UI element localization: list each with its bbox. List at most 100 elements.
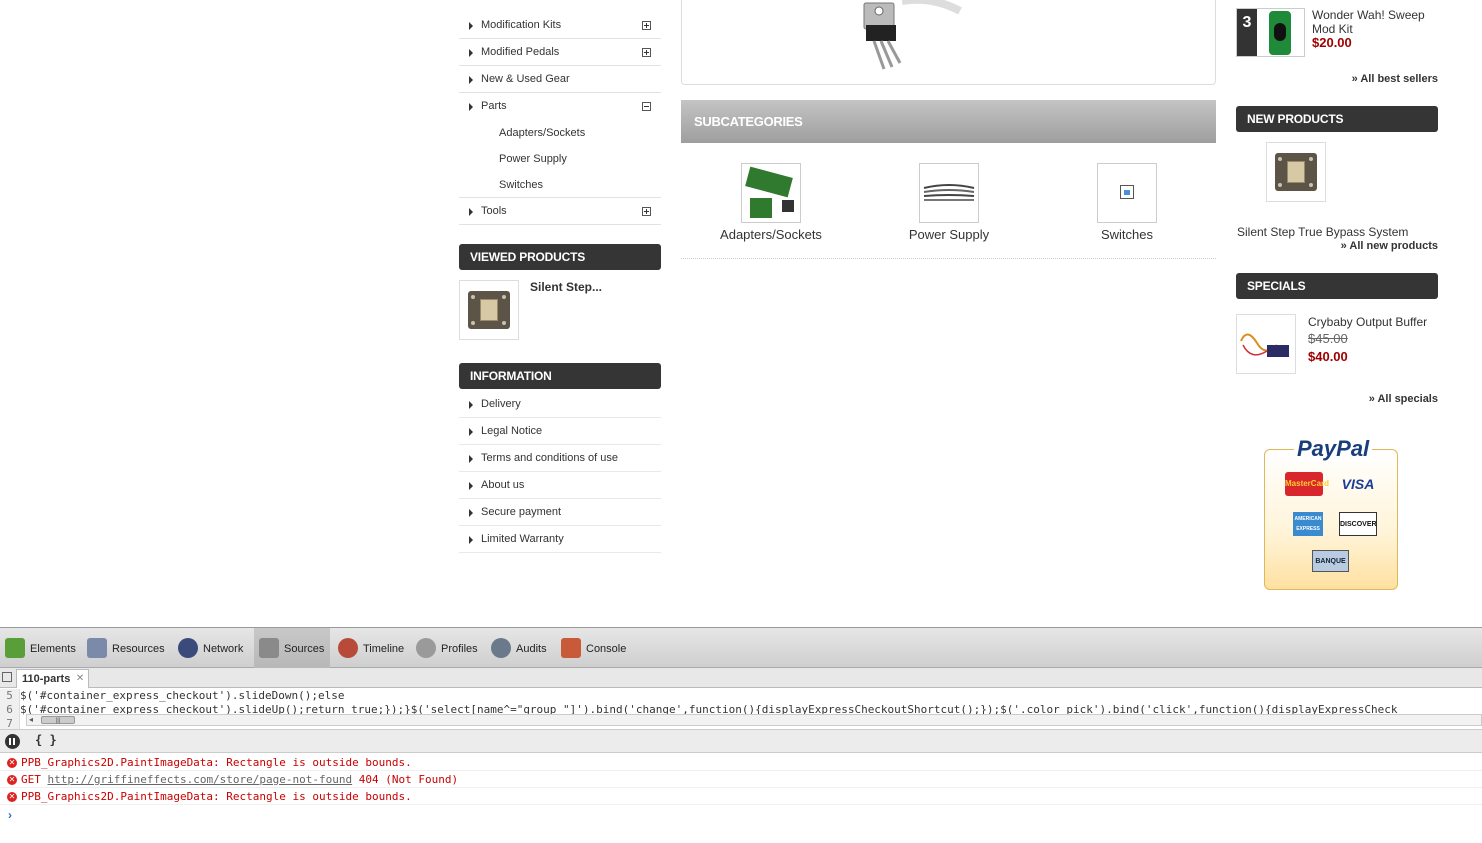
category-modified-pedals[interactable]: Modified Pedals <box>459 39 661 66</box>
subcategory-card-power-supply[interactable]: Power Supply <box>879 163 1019 242</box>
subcategory-power-supply[interactable]: Power Supply <box>459 146 661 172</box>
info-link-limited-warranty[interactable]: Limited Warranty <box>459 526 661 553</box>
best-seller-name-line2[interactable]: Mod Kit <box>1312 22 1438 36</box>
file-tab-bar: 110-parts ✕ <box>0 668 1482 688</box>
best-seller-thumbnail[interactable]: 3 <box>1236 8 1305 57</box>
info-link-about-us[interactable]: About us <box>459 472 661 499</box>
new-product-thumbnail[interactable] <box>1266 142 1326 202</box>
special-product-thumbnail[interactable] <box>1236 314 1296 374</box>
info-link-legal-notice[interactable]: Legal Notice <box>459 418 661 445</box>
broken-image-icon <box>1120 185 1134 199</box>
best-seller-price: $20.00 <box>1312 35 1352 50</box>
elements-icon <box>5 638 25 658</box>
category-modification-kits[interactable]: Modification Kits <box>459 12 661 39</box>
subcategory-label[interactable]: Switches <box>1057 227 1197 242</box>
sources-status-bar: { } <box>0 729 1482 753</box>
console-error-message: ✕ PPB_Graphics2D.PaintImageData: Rectang… <box>0 754 1482 771</box>
category-new-used-gear[interactable]: New & Used Gear <box>459 66 661 93</box>
new-products-title: NEW PRODUCTS <box>1236 106 1438 132</box>
code-text: $('#container_express_checkout').slideDo… <box>20 689 345 702</box>
toggle-navigator-icon[interactable] <box>2 672 12 682</box>
tab-timeline[interactable]: Timeline <box>338 628 406 668</box>
console-error-message: ✕ GET http://griffineffects.com/store/pa… <box>0 771 1482 788</box>
tab-network[interactable]: Network <box>178 628 248 668</box>
audits-magnifier-icon <box>491 638 511 658</box>
special-product-info: Crybaby Output Buffer $45.00 $40.00 <box>1308 314 1438 366</box>
specials-box: SPECIALS Crybaby Output Buffer $45.00 $4… <box>1236 273 1438 405</box>
info-link-secure-payment[interactable]: Secure payment <box>459 499 661 526</box>
subcategory-adapters-sockets[interactable]: Adapters/Sockets <box>459 120 661 146</box>
subcategory-card-adapters-sockets[interactable]: Adapters/Sockets <box>701 163 841 242</box>
info-link-terms[interactable]: Terms and conditions of use <box>459 445 661 472</box>
special-product-name[interactable]: Crybaby Output Buffer <box>1308 314 1438 330</box>
timeline-stopwatch-icon <box>338 638 358 658</box>
switches-image[interactable] <box>1097 163 1157 223</box>
subcategory-switches[interactable]: Switches <box>459 172 661 198</box>
all-best-sellers-link[interactable]: » All best sellers <box>1236 73 1438 85</box>
tab-label: Profiles <box>441 643 478 655</box>
expand-plus-icon[interactable] <box>642 48 651 57</box>
tab-resources[interactable]: Resources <box>87 628 167 668</box>
scrollbar-thumb[interactable]: ||| <box>41 716 75 724</box>
collapse-minus-icon[interactable] <box>642 102 651 111</box>
subcategory-label[interactable]: Power Supply <box>879 227 1019 242</box>
category-tools[interactable]: Tools <box>459 198 661 225</box>
categories-list: Modification Kits Modified Pedals New & … <box>459 12 661 225</box>
resources-icon <box>87 638 107 658</box>
tab-sources[interactable]: Sources <box>254 628 330 668</box>
power-supply-image[interactable] <box>919 163 979 223</box>
viewed-product-name[interactable]: Silent Step... <box>530 280 602 294</box>
best-seller-name-line1[interactable]: Wonder Wah! Sweep <box>1312 8 1438 22</box>
arrow-right-icon <box>469 76 473 84</box>
pretty-print-button[interactable]: { } <box>35 733 57 747</box>
devtools-toolbar: Elements Resources Network Sources Timel… <box>0 628 1482 668</box>
info-label: About us <box>481 479 525 491</box>
arrow-right-icon <box>469 22 473 30</box>
all-new-products-link[interactable]: » All new products <box>1236 240 1438 252</box>
subcategory-label[interactable]: Adapters/Sockets <box>701 227 841 242</box>
new-products-box: NEW PRODUCTS Silent Step True Bypass Sys… <box>1236 106 1438 252</box>
tab-label: Timeline <box>363 643 405 655</box>
info-label: Limited Warranty <box>481 533 564 545</box>
error-url-link[interactable]: http://griffineffects.com/store/page-not… <box>48 773 353 786</box>
arrow-right-icon <box>469 401 473 409</box>
subcategories-title: SUBCATEGORIES <box>681 100 1216 143</box>
sources-icon <box>259 638 279 658</box>
pause-icon[interactable] <box>5 734 20 749</box>
scroll-left-icon[interactable]: ◂ <box>29 715 33 724</box>
adapters-sockets-image[interactable] <box>741 163 801 223</box>
new-product-name[interactable]: Silent Step True Bypass System <box>1237 225 1437 239</box>
paypal-badge: PayPal MasterCard VISA AMERICAN EXPRESS … <box>1264 436 1398 590</box>
info-link-delivery[interactable]: Delivery <box>459 391 661 418</box>
divider <box>681 258 1216 259</box>
tab-elements[interactable]: Elements <box>5 628 77 668</box>
tab-profiles[interactable]: Profiles <box>416 628 482 668</box>
message-text: PPB_Graphics2D.PaintImageData: Rectangle… <box>21 790 412 803</box>
tab-console[interactable]: Console <box>561 628 631 668</box>
expand-plus-icon[interactable] <box>642 21 651 30</box>
tab-audits[interactable]: Audits <box>491 628 551 668</box>
category-label: Tools <box>481 205 507 217</box>
category-parts[interactable]: Parts <box>459 93 661 120</box>
banque-logo: BANQUE <box>1312 550 1349 572</box>
specials-title: SPECIALS <box>1236 273 1438 299</box>
all-specials-link[interactable]: » All specials <box>1236 393 1438 405</box>
message-prefix: GET <box>21 773 48 786</box>
info-label: Terms and conditions of use <box>481 452 618 464</box>
file-tab-110-parts[interactable]: 110-parts ✕ <box>16 669 90 688</box>
tab-label: Resources <box>112 643 165 655</box>
category-label: Modified Pedals <box>481 46 560 58</box>
category-hero-image-box <box>681 0 1216 85</box>
viewed-products-title: VIEWED PRODUCTS <box>459 244 661 270</box>
expand-plus-icon[interactable] <box>642 207 651 216</box>
viewed-product-thumbnail[interactable] <box>459 280 519 340</box>
console-prompt[interactable]: › <box>8 808 12 822</box>
mastercard-logo: MasterCard <box>1285 472 1329 496</box>
close-icon[interactable]: ✕ <box>76 670 84 688</box>
tab-label: Audits <box>516 643 547 655</box>
horizontal-scrollbar[interactable]: ◂ ||| <box>26 714 1482 726</box>
subcategory-card-switches[interactable]: Switches <box>1057 163 1197 242</box>
best-seller-info: Wonder Wah! Sweep Mod Kit $20.00 <box>1312 8 1438 50</box>
category-label: Modification Kits <box>481 19 562 31</box>
special-old-price: $45.00 <box>1308 331 1348 346</box>
